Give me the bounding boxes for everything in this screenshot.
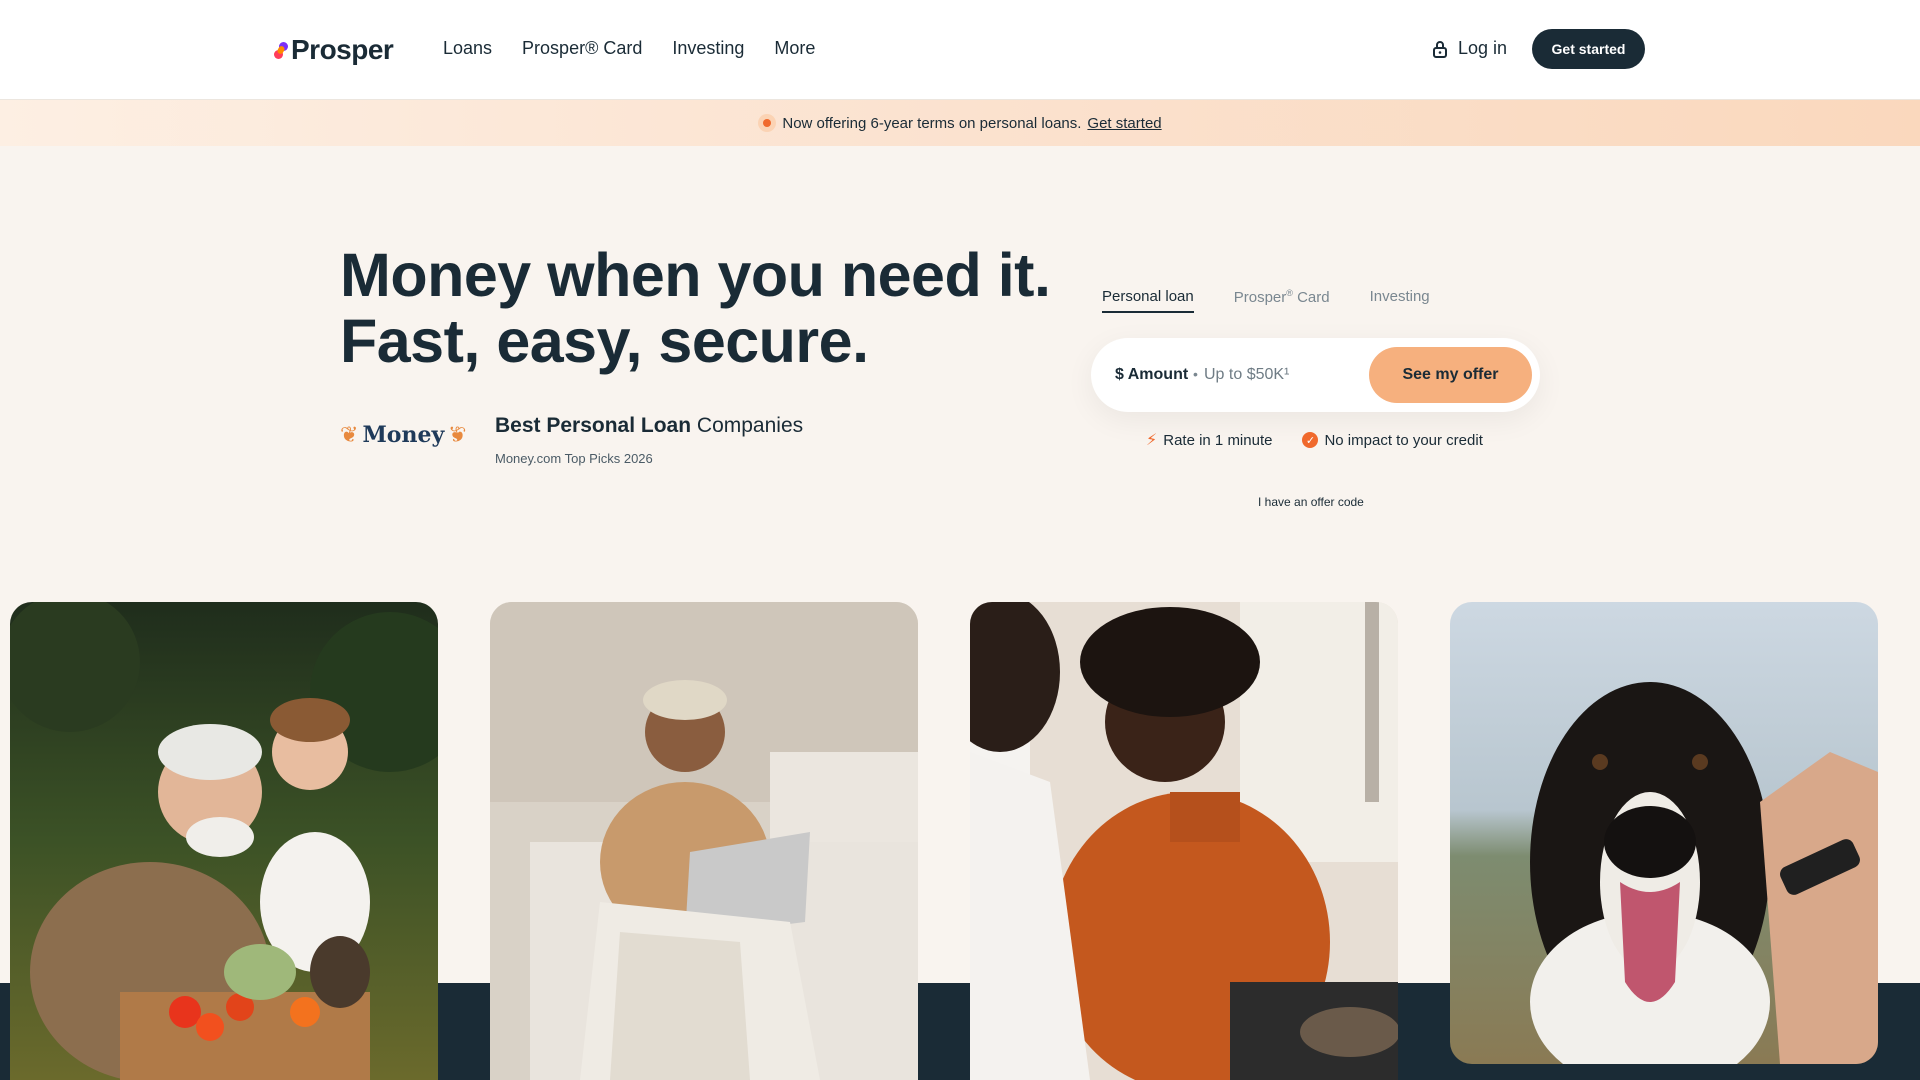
see-my-offer-button[interactable]: See my offer — [1369, 347, 1532, 403]
promo-banner: Now offering 6-year terms on personal lo… — [0, 100, 1920, 146]
award-subtitle: Money.com Top Picks 2026 — [495, 451, 653, 466]
photo-couple-cooking — [970, 602, 1398, 1080]
nav-investing[interactable]: Investing — [672, 38, 744, 59]
nav-loans[interactable]: Loans — [443, 38, 492, 59]
hero-title: Money when you need it. Fast, easy, secu… — [340, 241, 1051, 375]
login-label: Log in — [1458, 38, 1508, 58]
feature-list: ⚡ Rate in 1 minute ✓ No impact to your c… — [1146, 430, 1483, 450]
hero-title-line2: Fast, easy, secure. — [340, 307, 869, 375]
laurel-icon: ❦ — [448, 422, 467, 447]
feature-credit: ✓ No impact to your credit — [1302, 430, 1483, 450]
prosper-logo[interactable]: Prosper — [274, 34, 394, 66]
photo-dog — [1450, 602, 1878, 1064]
site-header: Prosper Loans Prosper® Card Investing Mo… — [0, 0, 1920, 100]
login-link[interactable]: Log in — [1432, 38, 1507, 59]
amount-separator: • — [1193, 366, 1198, 382]
nav-prosper-card[interactable]: Prosper® Card — [522, 38, 642, 59]
nav-more[interactable]: More — [774, 38, 815, 59]
lock-icon — [1432, 40, 1448, 58]
banner-text: Now offering 6-year terms on personal lo… — [782, 114, 1082, 132]
product-tabs: Personal loan Prosper® Card Investing — [1102, 288, 1430, 313]
award-title-bold: Best Personal Loan — [495, 414, 692, 437]
photo-woman-laptop — [490, 602, 918, 1080]
offer-code-link[interactable]: I have an offer code — [1258, 495, 1364, 509]
feature-rate-text: Rate in 1 minute — [1163, 431, 1273, 449]
money-award-logo: ❦ Money ❦ — [340, 422, 467, 448]
dot-icon — [758, 114, 777, 132]
award-title-rest: Companies — [691, 414, 804, 437]
bolt-icon: ⚡ — [1146, 432, 1158, 449]
check-circle-icon: ✓ — [1302, 432, 1319, 448]
tab-personal-loan[interactable]: Personal loan — [1102, 288, 1194, 313]
logo-text: Prosper — [291, 34, 394, 65]
hero-title-line1: Money when you need it. — [340, 241, 1051, 309]
feature-credit-text: No impact to your credit — [1324, 431, 1483, 449]
tab-investing[interactable]: Investing — [1370, 288, 1430, 313]
feature-rate: ⚡ Rate in 1 minute — [1146, 430, 1272, 450]
money-logo-text: Money — [362, 422, 445, 448]
laurel-icon: ❦ — [340, 422, 359, 447]
amount-label: $ Amount — [1115, 366, 1189, 383]
tab-prosper-card[interactable]: Prosper® Card — [1234, 288, 1330, 313]
main-nav: Loans Prosper® Card Investing More — [443, 38, 815, 59]
banner-get-started-link[interactable]: Get started — [1087, 115, 1161, 132]
award-title: Best Personal Loan Companies — [495, 414, 803, 438]
amount-input[interactable] — [1204, 363, 1364, 387]
loan-amount-form: $ Amount • See my offer — [1091, 338, 1540, 412]
logo-mark-icon — [274, 39, 288, 61]
photo-grandfather-grandson — [10, 602, 438, 1080]
get-started-button[interactable]: Get started — [1532, 29, 1645, 69]
